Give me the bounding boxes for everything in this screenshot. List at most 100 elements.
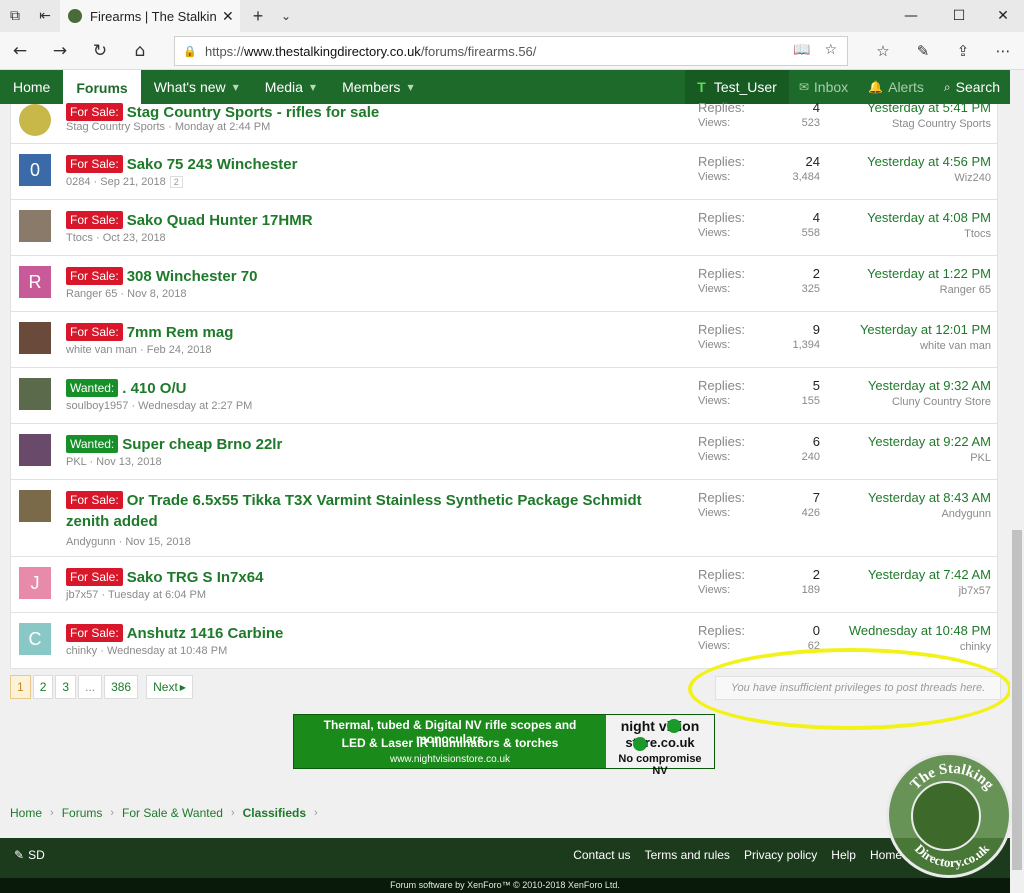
thread-row[interactable]: For Sale: Stag Country Sports - rifles fo…	[10, 100, 998, 144]
nav-whats-new[interactable]: What's new ▼	[141, 70, 252, 104]
thread-start-date[interactable]: Monday at 2:44 PM	[175, 121, 270, 133]
last-post-date[interactable]: Yesterday at 1:22 PM	[867, 266, 991, 281]
reading-view-icon[interactable]: 📖	[793, 42, 810, 58]
thread-prefix-label[interactable]: For Sale:	[66, 491, 123, 509]
page-link[interactable]: 2	[32, 675, 54, 699]
thread-start-date[interactable]: Tuesday at 6:04 PM	[108, 589, 206, 601]
user-avatar[interactable]	[19, 104, 51, 136]
pen-notes-icon[interactable]: ✎	[906, 36, 940, 66]
last-post-user[interactable]: PKL	[868, 452, 991, 464]
last-post-user[interactable]: Cluny Country Store	[868, 396, 991, 408]
thread-prefix-label[interactable]: Wanted:	[66, 379, 119, 397]
thread-prefix-label[interactable]: For Sale:	[66, 267, 123, 285]
thread-prefix-label[interactable]: For Sale:	[66, 323, 123, 341]
thread-start-date[interactable]: Nov 15, 2018	[125, 536, 190, 548]
thread-row[interactable]: Wanted:. 410 O/U soulboy1957 · Wednesday …	[10, 368, 998, 424]
thread-start-date[interactable]: Nov 13, 2018	[96, 456, 161, 468]
search-link[interactable]: ⌕ Search	[934, 70, 1010, 104]
alerts-link[interactable]: 🔔 Alerts	[858, 70, 934, 104]
next-page-button[interactable]: Next ▶	[146, 675, 193, 699]
thread-title-link[interactable]: Sako Quad Hunter 17HMR	[127, 212, 313, 229]
thread-author-link[interactable]: Andygunn	[66, 536, 116, 548]
set-aside-tabs-icon[interactable]: ⇤	[30, 0, 60, 32]
thread-author-link[interactable]: 0284	[66, 176, 90, 188]
thread-prefix-label[interactable]: For Sale:	[66, 568, 123, 586]
user-avatar[interactable]: J	[19, 567, 51, 599]
close-window-icon[interactable]: ✕	[980, 0, 1024, 32]
last-post-date[interactable]: Yesterday at 12:01 PM	[860, 322, 991, 337]
thread-start-date[interactable]: Nov 8, 2018	[127, 288, 186, 300]
thread-row[interactable]: Wanted: Super cheap Brno 22lr PKL · Nov 13…	[10, 424, 998, 480]
last-post-date[interactable]: Yesterday at 5:41 PM	[867, 100, 991, 115]
tab-preview-icon[interactable]: ⧉	[0, 0, 30, 32]
thread-page-link[interactable]: 2	[169, 176, 183, 188]
thread-title-link[interactable]: Super cheap Brno 22lr	[122, 436, 282, 453]
last-post-date[interactable]: Yesterday at 9:22 AM	[868, 434, 991, 449]
thread-prefix-label[interactable]: Wanted:	[66, 435, 119, 453]
thread-title-link[interactable]: Sako TRG S In7x64	[127, 569, 264, 586]
copyright[interactable]: Forum software by XenForo™ © 2010-2018 X…	[0, 878, 1010, 893]
thread-author-link[interactable]: chinky	[66, 645, 97, 657]
minimize-icon[interactable]: —	[888, 0, 934, 32]
thread-title-link[interactable]: 7mm Rem mag	[127, 324, 234, 341]
page-link[interactable]: 1	[10, 675, 31, 699]
thread-start-date[interactable]: Sep 21, 2018	[100, 176, 165, 188]
user-avatar[interactable]: 0	[19, 154, 51, 186]
last-post-user[interactable]: jb7x57	[868, 585, 991, 597]
breadcrumb-forums[interactable]: Forums	[62, 806, 103, 820]
nav-members[interactable]: Members ▼	[329, 70, 427, 104]
last-post-date[interactable]: Yesterday at 8:43 AM	[868, 490, 991, 505]
thread-title-link[interactable]: . 410 O/U	[122, 380, 186, 397]
thread-row[interactable]: 0 For Sale: Sako 75 243 Winchester 0284 · S…	[10, 144, 998, 200]
footer-contact-link[interactable]: Contact us	[573, 848, 630, 862]
refresh-icon[interactable]: ↻	[84, 36, 116, 66]
last-post-date[interactable]: Yesterday at 4:56 PM	[867, 154, 991, 169]
thread-author-link[interactable]: white van man	[66, 344, 137, 356]
breadcrumb-for-sale-wanted[interactable]: For Sale & Wanted	[122, 806, 223, 820]
footer-help-link[interactable]: Help	[831, 848, 856, 862]
home-icon[interactable]: ⌂	[124, 36, 156, 66]
last-post-user[interactable]: Andygunn	[868, 508, 991, 520]
user-account-link[interactable]: T Test_User	[685, 70, 789, 104]
thread-start-date[interactable]: Feb 24, 2018	[147, 344, 212, 356]
footer-terms-link[interactable]: Terms and rules	[645, 848, 730, 862]
user-avatar[interactable]	[19, 378, 51, 410]
breadcrumb-home[interactable]: Home	[10, 806, 42, 820]
style-chooser[interactable]: ✎ SD	[14, 848, 45, 862]
favorite-star-icon[interactable]: ☆	[824, 42, 837, 58]
thread-title-link[interactable]: 308 Winchester 70	[127, 268, 258, 285]
url-field[interactable]: 🔒 https://www.thestalkingdirectory.co.uk…	[174, 36, 848, 66]
more-menu-icon[interactable]: ⋯	[986, 36, 1020, 66]
inbox-link[interactable]: ✉ Inbox	[789, 70, 858, 104]
user-avatar[interactable]	[19, 322, 51, 354]
nightvision-ad-banner[interactable]: Thermal, tubed & Digital NV rifle scopes…	[293, 714, 715, 777]
browser-tab[interactable]: Firearms | The Stalking D ✕	[60, 0, 240, 32]
last-post-user[interactable]: white van man	[860, 340, 991, 352]
thread-author-link[interactable]: soulboy1957	[66, 400, 128, 412]
user-avatar[interactable]	[19, 490, 51, 522]
page-link[interactable]: 3	[55, 675, 77, 699]
user-avatar[interactable]	[19, 210, 51, 242]
thread-author-link[interactable]: Stag Country Sports	[66, 121, 165, 133]
last-post-user[interactable]: Ttocs	[867, 228, 991, 240]
user-avatar[interactable]: R	[19, 266, 51, 298]
thread-title-link[interactable]: Anshutz 1416 Carbine	[127, 625, 284, 642]
thread-start-date[interactable]: Oct 23, 2018	[103, 232, 166, 244]
thread-prefix-label[interactable]: For Sale:	[66, 155, 123, 173]
last-post-date[interactable]: Wednesday at 10:48 PM	[849, 623, 991, 638]
last-post-date[interactable]: Yesterday at 9:32 AM	[868, 378, 991, 393]
thread-start-date[interactable]: Wednesday at 10:48 PM	[107, 645, 227, 657]
thread-row[interactable]: J For Sale: Sako TRG S In7x64 jb7x57 · Tues…	[10, 557, 998, 613]
thread-prefix-label[interactable]: For Sale:	[66, 211, 123, 229]
nav-media[interactable]: Media ▼	[252, 70, 329, 104]
thread-start-date[interactable]: Wednesday at 2:27 PM	[138, 400, 252, 412]
thread-author-link[interactable]: Ttocs	[66, 232, 93, 244]
thread-author-link[interactable]: Ranger 65	[66, 288, 117, 300]
new-tab-icon[interactable]: +	[246, 0, 270, 32]
breadcrumb-classifieds[interactable]: Classifieds	[243, 806, 306, 820]
last-post-user[interactable]: Stag Country Sports	[867, 118, 991, 130]
tab-list-chevron-icon[interactable]: ⌄	[274, 0, 298, 32]
last-post-user[interactable]: Wiz240	[867, 172, 991, 184]
thread-prefix-label[interactable]: For Sale:	[66, 103, 123, 121]
last-post-date[interactable]: Yesterday at 4:08 PM	[867, 210, 991, 225]
